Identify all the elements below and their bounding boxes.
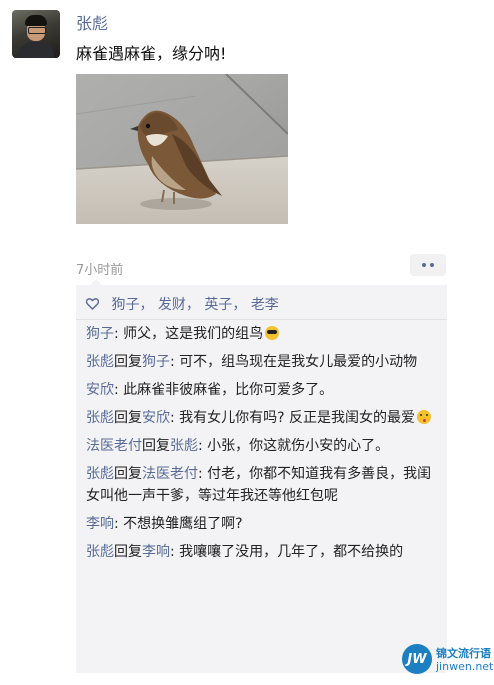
comment-text: : 小张，你这就伤小安的心了。 — [198, 438, 390, 454]
comment-text: : 可不，组鸟现在是我女儿最爱的小动物 — [170, 354, 418, 370]
comment-item[interactable]: 张彪回复李响: 我嚷嚷了没用，几年了，都不给换的 — [86, 541, 441, 563]
comment-item[interactable]: 狗子: 师父，这是我们的组鸟 — [86, 323, 441, 345]
comment-text: : 师父，这是我们的组鸟 — [114, 326, 264, 342]
comment-item[interactable]: 李响: 不想换雏鹰组了啊? — [86, 513, 441, 535]
reply-word: 回复 — [114, 544, 142, 560]
post-photo[interactable] — [76, 74, 288, 224]
interaction-panel: 狗子， 发财， 英子， 老李 狗子: 师父，这是我们的组鸟 张彪回复狗子: 可不… — [76, 279, 447, 673]
like-separator: ， — [185, 297, 200, 313]
reply-target[interactable]: 安欣 — [142, 410, 170, 426]
heart-icon — [85, 298, 100, 314]
site-watermark: JW 锦文流行语 jinwen.net — [400, 640, 494, 680]
like-name[interactable]: 英子 — [204, 297, 232, 313]
comment-item[interactable]: 张彪回复狗子: 可不，组鸟现在是我女儿最爱的小动物 — [86, 351, 441, 373]
reply-target[interactable]: 法医老付 — [142, 466, 198, 482]
comment-author[interactable]: 张彪 — [86, 354, 114, 370]
reply-word: 回复 — [142, 438, 170, 454]
likes-row: 狗子， 发财， 英子， 老李 — [85, 294, 279, 314]
watermark-title: 锦文流行语 — [436, 647, 491, 660]
kiss-emoji — [417, 410, 432, 424]
reply-word: 回复 — [114, 466, 142, 482]
comment-author[interactable]: 安欣 — [86, 382, 114, 398]
comment-item[interactable]: 张彪回复安欣: 我有女儿你有吗? 反正是我闺女的最爱 — [86, 407, 441, 429]
comment-author[interactable]: 狗子 — [86, 326, 114, 342]
like-separator: ， — [232, 297, 247, 313]
like-name[interactable]: 老李 — [251, 297, 279, 313]
comment-item[interactable]: 张彪回复法医老付: 付老，你都不知道我有多善良，我闺女叫他一声干爹，等过年我还等… — [86, 463, 441, 507]
like-name[interactable]: 发财 — [158, 297, 186, 313]
watermark-logo: JW — [402, 644, 432, 674]
more-dots-icon — [422, 263, 426, 267]
reply-word: 回复 — [114, 410, 142, 426]
more-dots-icon — [430, 263, 434, 267]
post-time: 7小时前 — [76, 263, 124, 278]
comment-text: : 我有女儿你有吗? 反正是我闺女的最爱 — [170, 410, 416, 426]
comment-author[interactable]: 李响 — [86, 516, 114, 532]
comment-text: : 我嚷嚷了没用，几年了，都不给换的 — [170, 544, 404, 560]
comment-list: 狗子: 师父，这是我们的组鸟 张彪回复狗子: 可不，组鸟现在是我女儿最爱的小动物… — [86, 323, 441, 569]
watermark-url: jinwen.net — [436, 660, 494, 673]
post-text: 麻雀遇麻雀，缘分呐! — [76, 44, 227, 63]
comment-author[interactable]: 张彪 — [86, 544, 114, 560]
reply-target[interactable]: 张彪 — [170, 438, 198, 454]
comment-author[interactable]: 法医老付 — [86, 438, 142, 454]
comment-text: : 不想换雏鹰组了啊? — [114, 516, 243, 532]
likes-divider — [76, 319, 447, 320]
author-name[interactable]: 张彪 — [76, 10, 108, 34]
sunglasses-emoji — [265, 326, 280, 340]
comment-item[interactable]: 安欣: 此麻雀非彼麻雀，比你可爱多了。 — [86, 379, 441, 401]
more-options-button[interactable] — [410, 254, 446, 276]
like-separator: ， — [139, 297, 154, 313]
author-avatar[interactable] — [12, 10, 60, 58]
comment-text: : 此麻雀非彼麻雀，比你可爱多了。 — [114, 382, 334, 398]
comment-author[interactable]: 张彪 — [86, 410, 114, 426]
like-name[interactable]: 狗子 — [111, 297, 139, 313]
reply-target[interactable]: 狗子 — [142, 354, 170, 370]
reply-target[interactable]: 李响 — [142, 544, 170, 560]
comment-author[interactable]: 张彪 — [86, 466, 114, 482]
comment-item[interactable]: 法医老付回复张彪: 小张，你这就伤小安的心了。 — [86, 435, 441, 457]
reply-word: 回复 — [114, 354, 142, 370]
